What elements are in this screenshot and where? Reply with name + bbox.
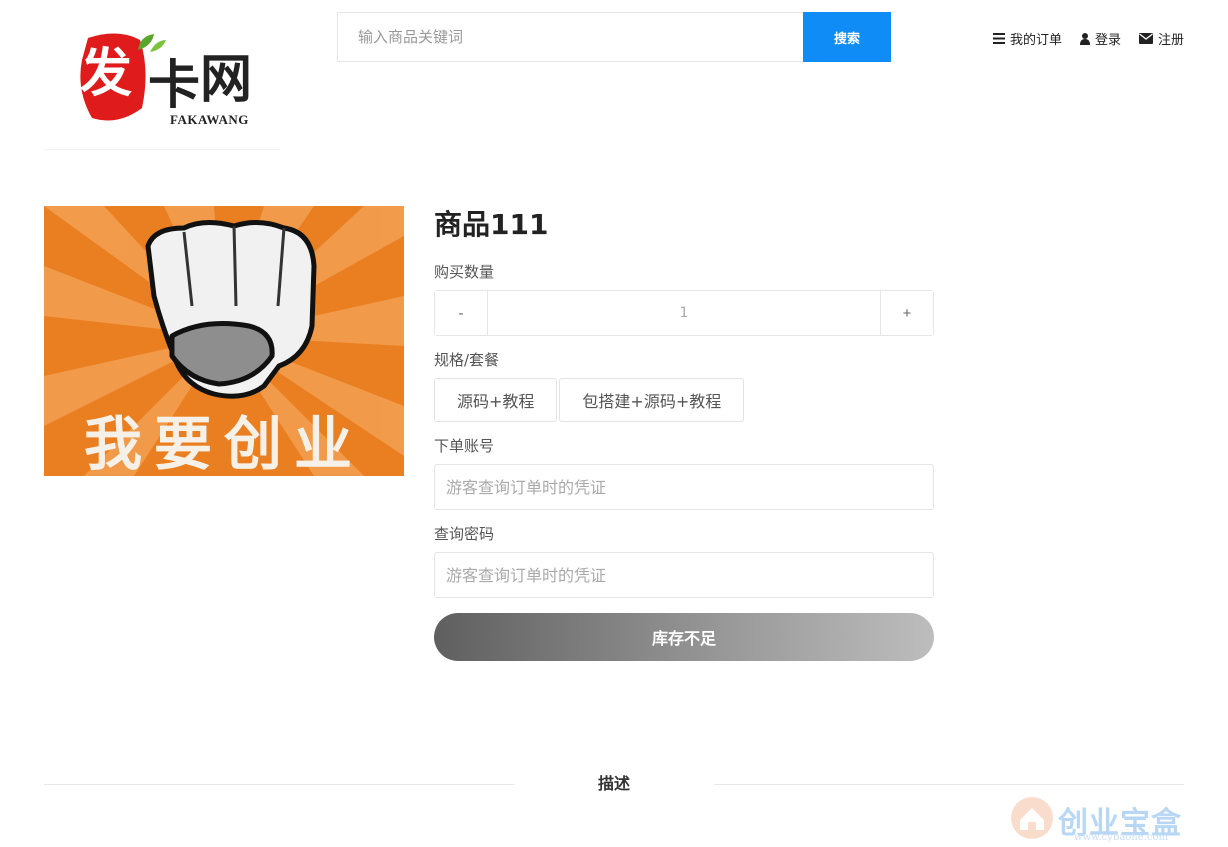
- logo-char-1: 发: [80, 43, 133, 104]
- list-icon: [992, 33, 1005, 44]
- search-button[interactable]: 搜索: [803, 12, 891, 62]
- description-title: 描述: [597, 774, 630, 793]
- product-image-text: 我要创业: [84, 410, 364, 476]
- logo-char-3: 网: [200, 49, 253, 110]
- password-label: 查询密码: [434, 525, 495, 543]
- product-image-graphic: 我要创业: [44, 206, 404, 476]
- description-section: 描述: [44, 772, 1184, 796]
- product-title: 商品111: [434, 208, 549, 241]
- nav-my-orders-label: 我的订单: [1009, 33, 1062, 48]
- top-nav: 我的订单 登录 注册: [992, 29, 1184, 48]
- leaf-icon: [138, 34, 166, 52]
- logo-subtitle: FAKAWANG: [170, 112, 249, 127]
- password-field[interactable]: [434, 552, 934, 598]
- product-image: 我要创业: [44, 206, 404, 476]
- user-icon: [1079, 32, 1090, 45]
- nav-register-label: 注册: [1157, 33, 1184, 48]
- spec-option-1[interactable]: 源码+教程: [434, 378, 558, 422]
- nav-login[interactable]: 登录: [1079, 29, 1121, 48]
- quantity-label: 购买数量: [434, 263, 495, 281]
- spec-label: 规格/套餐: [434, 351, 500, 369]
- spec-option-2[interactable]: 包搭建+源码+教程: [559, 378, 745, 422]
- watermark-house-icon: [1011, 797, 1053, 839]
- quantity-decrease-button[interactable]: -: [435, 291, 488, 335]
- site-logo[interactable]: 发 卡 网 FAKAWANG: [44, 18, 280, 150]
- nav-register[interactable]: 注册: [1138, 29, 1184, 48]
- search-bar: 搜索: [337, 12, 891, 62]
- watermark: 创业宝盒 www.cybaohe.com: [1010, 796, 1210, 846]
- product-form: 商品111 购买数量 - 1 + 规格/套餐 源码+教程 包搭建+源码+教程 下…: [434, 206, 934, 661]
- quantity-increase-button[interactable]: +: [880, 291, 933, 335]
- nav-my-orders[interactable]: 我的订单: [992, 29, 1062, 48]
- search-input[interactable]: [337, 12, 803, 62]
- quantity-stepper: - 1 +: [434, 290, 934, 336]
- account-label: 下单账号: [434, 437, 495, 455]
- account-field[interactable]: [434, 464, 934, 510]
- envelope-icon: [1138, 33, 1153, 44]
- buy-button[interactable]: 库存不足: [434, 613, 934, 661]
- logo-char-2: 卡: [148, 55, 201, 116]
- watermark-url: www.cybaohe.com: [1074, 832, 1168, 843]
- quantity-input[interactable]: 1: [488, 291, 880, 335]
- nav-login-label: 登录: [1094, 33, 1121, 48]
- spec-options: 源码+教程 包搭建+源码+教程: [434, 378, 934, 422]
